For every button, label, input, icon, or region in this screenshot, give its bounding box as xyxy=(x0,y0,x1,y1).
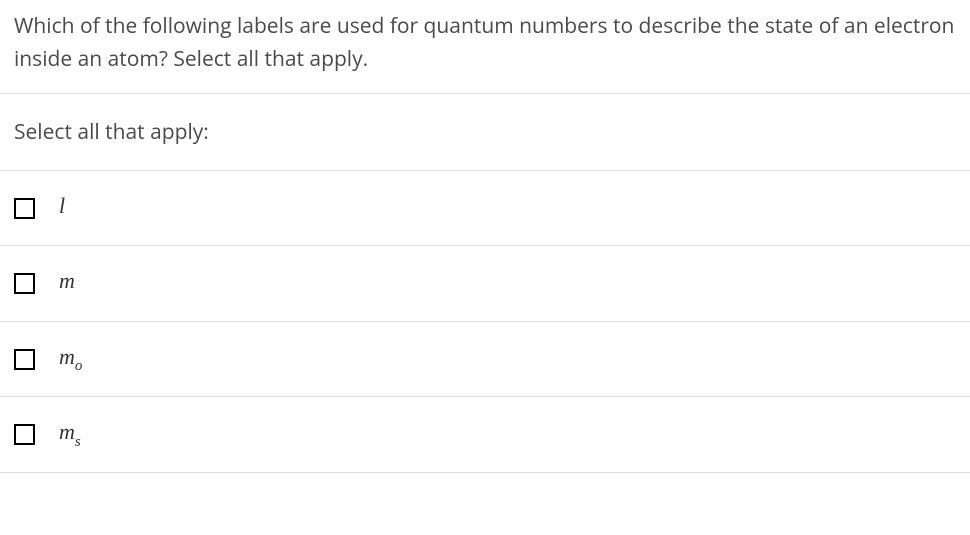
option-row[interactable]: ms xyxy=(0,397,970,472)
checkbox[interactable] xyxy=(14,273,35,294)
option-label: mo xyxy=(59,344,82,374)
prompt-block: Select all that apply: xyxy=(0,94,970,171)
option-main: m xyxy=(59,344,75,369)
option-main: l xyxy=(59,193,65,218)
option-label: l xyxy=(59,193,65,223)
question-block: Which of the following labels are used f… xyxy=(0,0,970,94)
option-label: m xyxy=(59,268,75,298)
option-sub: o xyxy=(75,358,83,374)
prompt-text: Select all that apply: xyxy=(14,118,956,146)
checkbox[interactable] xyxy=(14,424,35,445)
option-row[interactable]: mo xyxy=(0,322,970,397)
question-text: Which of the following labels are used f… xyxy=(14,10,956,75)
checkbox[interactable] xyxy=(14,198,35,219)
option-row[interactable]: m xyxy=(0,246,970,321)
option-main: m xyxy=(59,419,75,444)
option-row[interactable]: l xyxy=(0,171,970,246)
checkbox[interactable] xyxy=(14,349,35,370)
option-main: m xyxy=(59,268,75,293)
option-sub: s xyxy=(75,434,81,450)
option-label: ms xyxy=(59,419,81,449)
